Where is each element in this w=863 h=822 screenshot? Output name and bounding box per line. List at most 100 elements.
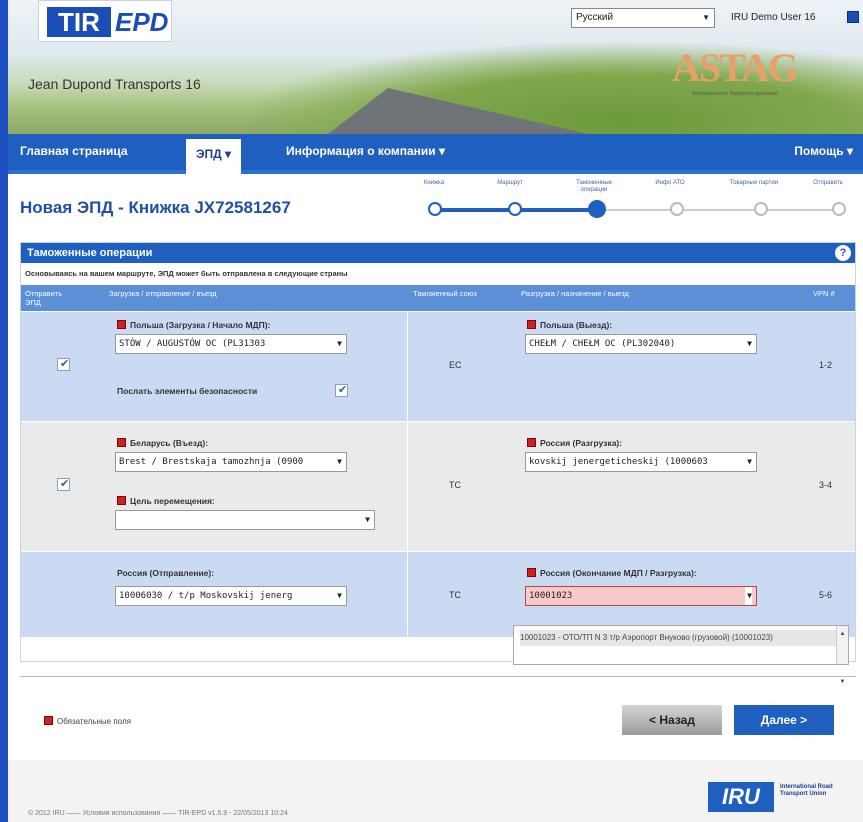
divider [20, 676, 856, 677]
right-label-2-text: Россия (Разгрузка): [540, 438, 623, 448]
astag-name: ASTAG [672, 45, 799, 90]
iru-logo: IRU International Road Transport Union [708, 782, 858, 812]
left-label-2: Беларусь (Въезд): [117, 438, 208, 448]
panel-intro: Основываясь на вашем маршруте, ЭПД может… [25, 269, 348, 278]
user-menu-icon[interactable] [847, 11, 859, 23]
step-dot-1[interactable] [428, 202, 442, 216]
col-unloading: Разгрузка / назначение / выезд [521, 289, 629, 298]
dropdown-scrollbar[interactable]: ▲ ▼ [836, 626, 848, 685]
chevron-down-icon: ▼ [335, 587, 342, 605]
back-button[interactable]: < Назад [622, 705, 722, 735]
nav-home[interactable]: Главная страница [20, 144, 128, 158]
step-label-3: Таможенные операции [576, 180, 612, 193]
column-divider [407, 312, 408, 421]
chevron-down-icon: ▼ [335, 335, 342, 353]
table-header: Отправить ЭПД Загрузка / отправление / в… [21, 285, 855, 311]
next-button[interactable]: Далее > [734, 705, 834, 735]
column-divider [407, 422, 408, 551]
vpn-3: 5-6 [819, 590, 833, 600]
tir-epd-logo[interactable]: TIR EPD [38, 0, 172, 42]
step-dot-6 [832, 202, 846, 216]
progress-steps: Книжка Маршрут Таможенные операции Инфо … [408, 178, 863, 218]
customs-panel: Таможенные операции ? Основываясь на ваш… [20, 242, 856, 662]
left-select-1-value: STÓW / AUGUSTÓW OC (PL31303 [119, 339, 266, 349]
right-select-3-value: 10001023 [529, 591, 573, 601]
required-icon [527, 568, 536, 577]
language-select[interactable]: Русский ▼ [571, 8, 715, 28]
chevron-down-icon: ▼ [363, 511, 370, 529]
right-select-2-value: kovskij jenergeticheskij (1000603 [529, 457, 708, 467]
autocomplete-dropdown: 10001023 - ОТО/ТП N 3 т/р Аэропорт Внуко… [513, 625, 849, 685]
table-row: ✔ Беларусь (Въезд): Brest / Brestskaja t… [21, 421, 855, 551]
right-select-1[interactable]: CHEŁM / CHEŁM OC (PL302040) ▼ [525, 334, 757, 354]
purpose-label-text: Цель перемещения: [130, 496, 215, 506]
right-label-2: Россия (Разгрузка): [527, 438, 622, 448]
security-label: Послать элементы безопасности [117, 386, 258, 396]
logo-tir-text: TIR [47, 7, 111, 37]
required-fields-text: Обязательные поля [57, 717, 131, 726]
nav-epd[interactable]: ЭПД ▾ [186, 139, 242, 174]
step-dot-4 [670, 202, 684, 216]
step-dot-3-current [588, 200, 606, 218]
left-select-3[interactable]: 10006030 / t/p Moskovskij jenerg ▼ [115, 586, 347, 606]
send-checkbox-2[interactable]: ✔ [57, 478, 70, 491]
col-vpn: VPN # [813, 289, 835, 298]
step-label-5: Товарные партии [729, 180, 779, 186]
nav-help[interactable]: Помощь ▾ [794, 144, 853, 158]
left-select-2[interactable]: Brest / Brestskaja tamozhnja (0900 ▼ [115, 452, 347, 472]
check-icon: ✔ [60, 478, 70, 490]
chevron-down-icon: ▼ [702, 13, 710, 22]
zone-3: TC [449, 590, 461, 600]
road-image [328, 88, 588, 134]
page-title: Новая ЭПД - Книжка JX72581267 [20, 198, 291, 217]
iru-badge: IRU [708, 782, 774, 812]
required-icon [117, 438, 126, 447]
top-bar: Русский ▼ IRU Demo User 16 [571, 6, 863, 30]
right-label-1: Польша (Выезд): [527, 320, 612, 330]
col-zone: Таможенный союз [413, 289, 477, 298]
progress-line-remaining [594, 209, 842, 211]
required-icon [44, 716, 53, 725]
astag-logo: ASTAG Schweizerischer Nutzfahrzeugverban… [672, 44, 862, 128]
check-icon: ✔ [338, 384, 348, 396]
main-nav: Главная страница ЭПД ▾ Информация о комп… [8, 134, 863, 174]
check-icon: ✔ [60, 358, 70, 370]
right-select-2[interactable]: kovskij jenergeticheskij (1000603 ▼ [525, 452, 757, 472]
left-label-1-text: Польша (Загрузка / Начало МДП): [130, 320, 271, 330]
chevron-down-icon: ▼ [745, 335, 752, 353]
column-divider [407, 552, 408, 637]
right-label-3: Россия (Окончание МДП / Разгрузка): [527, 568, 697, 578]
step-dot-2[interactable] [508, 202, 522, 216]
col-loading: Загрузка / отправление / въезд [109, 289, 217, 298]
left-label-2-text: Беларусь (Въезд): [130, 438, 209, 448]
zone-2: TC [449, 480, 461, 490]
right-label-1-text: Польша (Выезд): [540, 320, 613, 330]
page: TIR EPD Jean Dupond Transports 16 Русски… [8, 0, 863, 822]
zone-1: EC [449, 360, 462, 370]
send-checkbox-1[interactable]: ✔ [57, 358, 70, 371]
nav-company-info[interactable]: Информация о компании ▾ [286, 144, 445, 158]
purpose-select[interactable]: ▼ [115, 510, 375, 530]
user-link[interactable]: IRU Demo User 16 [731, 12, 815, 23]
left-select-3-value: 10006030 / t/p Moskovskij jenerg [119, 591, 293, 601]
language-value: Русский [576, 12, 614, 23]
left-select-1[interactable]: STÓW / AUGUSTÓW OC (PL31303 ▼ [115, 334, 347, 354]
required-icon [117, 320, 126, 329]
col-send: Отправить ЭПД [25, 289, 63, 307]
right-select-3[interactable]: 10001023 ▼ [525, 586, 757, 606]
panel-header: Таможенные операции ? [21, 243, 855, 263]
step-label-2[interactable]: Маршрут [480, 180, 540, 187]
table-row: ✔ Польша (Загрузка / Начало МДП): STÓW /… [21, 311, 855, 421]
copyright[interactable]: © 2012 IRU —— Условия использования —— T… [28, 810, 288, 817]
panel-title: Таможенные операции [27, 247, 153, 259]
required-icon [117, 496, 126, 505]
help-icon[interactable]: ? [835, 245, 851, 261]
purpose-label: Цель перемещения: [117, 496, 215, 506]
logo-epd-text: EPD [115, 7, 169, 37]
step-label-6: Отправить [813, 180, 843, 186]
dropdown-option[interactable]: 10001023 - ОТО/ТП N 3 т/р Аэропорт Внуко… [520, 630, 842, 646]
left-label-1: Польша (Загрузка / Начало МДП): [117, 320, 270, 330]
security-checkbox[interactable]: ✔ [335, 384, 348, 397]
step-label-1[interactable]: Книжка [404, 180, 464, 187]
vpn-1: 1-2 [819, 360, 833, 370]
